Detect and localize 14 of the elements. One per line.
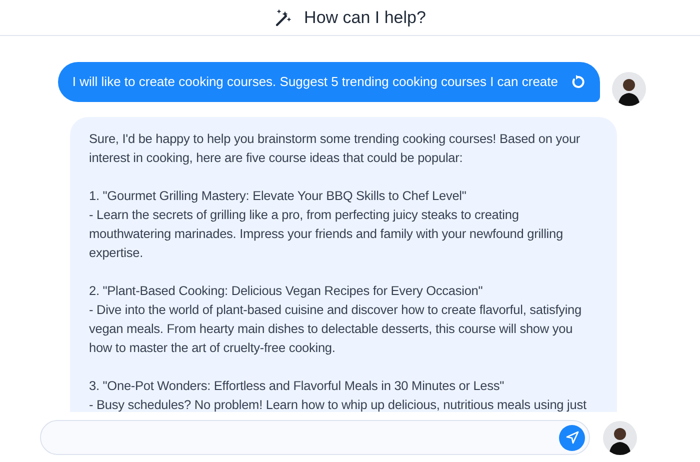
message-input[interactable] bbox=[40, 420, 590, 455]
reply-paragraph: 1. "Gourmet Grilling Mastery: Elevate Your BBQ Skills to Chef Level" - Learn the secrets of grilling like a pro, from perfecting juicy steaks to creating mouthwatering marinades. Impress your friends and family with your newfound grilling expertise. bbox=[89, 187, 564, 262]
regenerate-button[interactable] bbox=[570, 74, 586, 90]
refresh-icon bbox=[571, 75, 585, 89]
page-title: How can I help? bbox=[304, 6, 426, 29]
reply-paragraph: 2. "Plant-Based Cooking: Delicious Vegan Recipes for Every Occasion" - Dive into the world of plant-based cuisine and discover how to create flavorful, satisfying vegan meals. From hearty main dishes to delectable desserts, this course will show you how to master the art of cruelty-free cooking. bbox=[89, 282, 582, 357]
send-icon bbox=[566, 431, 578, 444]
user-avatar bbox=[612, 72, 646, 106]
send-button[interactable] bbox=[559, 424, 585, 450]
reply-paragraph: 3. "One-Pot Wonders: Effortless and Flavorful Meals in 30 Minutes or Less" - Busy schedules? No problem! Learn how to whip up delicious, nutritious meals using just bbox=[89, 377, 588, 412]
magic-wand-icon bbox=[274, 8, 292, 26]
user-message: I will like to create cooking courses. Suggest 5 trending cooking courses I can create bbox=[72, 73, 558, 92]
reply-paragraph: Sure, I'd be happy to help you brainstorm some trending cooking courses! Based on your interest in cooking, here are five course ideas that could be popular: bbox=[89, 130, 582, 167]
user-avatar bbox=[603, 420, 637, 454]
